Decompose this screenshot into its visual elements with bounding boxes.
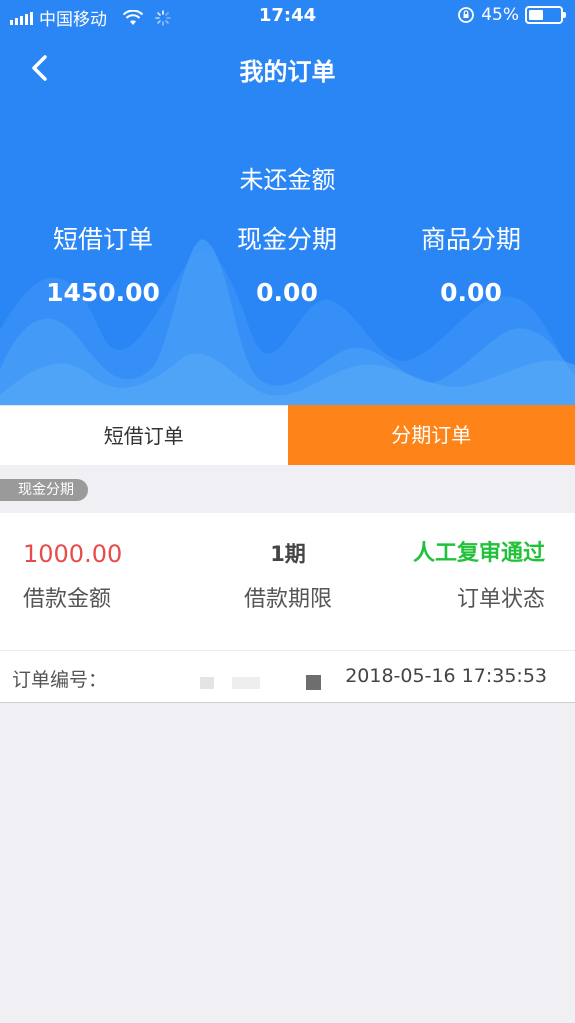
battery-level xyxy=(529,10,543,20)
status-bar: 中国移动 17:44 45% xyxy=(0,0,575,32)
unpaid-amount-heading: 未还金额 xyxy=(239,166,336,194)
summary-value: 0.00 xyxy=(256,278,318,307)
order-tabs: 短借订单 分期订单 xyxy=(0,405,575,465)
summary-short-loan: 短借订单 1450.00 xyxy=(3,220,203,307)
tab-installment-orders[interactable]: 分期订单 xyxy=(287,405,575,465)
summary-label: 现金分期 xyxy=(236,225,337,254)
orientation-lock-icon xyxy=(458,7,475,23)
redaction-block xyxy=(306,675,321,690)
order-card[interactable]: 1000.00 借款金额 1期 借款期限 人工复审通过 订单状态 订单编号：01… xyxy=(0,513,575,703)
order-status-value: 人工复审通过 xyxy=(412,541,545,566)
redaction-block xyxy=(200,677,214,689)
order-status-label: 订单状态 xyxy=(456,587,545,612)
summary-cash-installment: 现金分期 0.00 xyxy=(187,220,387,307)
navigation-bar: 我的订单 xyxy=(0,40,575,94)
tab-short-loan-orders[interactable]: 短借订单 xyxy=(0,405,288,465)
order-status: 人工复审通过 订单状态 xyxy=(345,537,545,613)
summary-label: 商品分期 xyxy=(420,225,521,254)
summary-label: 短借订单 xyxy=(52,225,153,254)
redaction-block xyxy=(232,677,260,689)
page-title: 我的订单 xyxy=(239,58,336,86)
summary-goods-installment: 商品分期 0.00 xyxy=(371,220,571,307)
summary-value: 0.00 xyxy=(440,278,502,307)
header-banner: 中国移动 17:44 45% 我的订单 未还金额 短借订单 1450.00 现金… xyxy=(0,0,575,405)
summary-value: 1450.00 xyxy=(46,278,160,307)
section-badge: 现金分期 xyxy=(0,479,88,501)
battery-icon xyxy=(525,6,566,24)
order-number-caption: 订单编号： xyxy=(12,669,108,691)
unpaid-summary: 短借订单 1450.00 现金分期 0.00 商品分期 0.00 xyxy=(0,220,575,320)
battery-percent: 45% xyxy=(481,5,519,25)
order-number-row: 订单编号：0115 2018-05-16 17:35:53 xyxy=(0,651,575,703)
order-time: 2018-05-16 17:35:53 xyxy=(345,665,547,687)
